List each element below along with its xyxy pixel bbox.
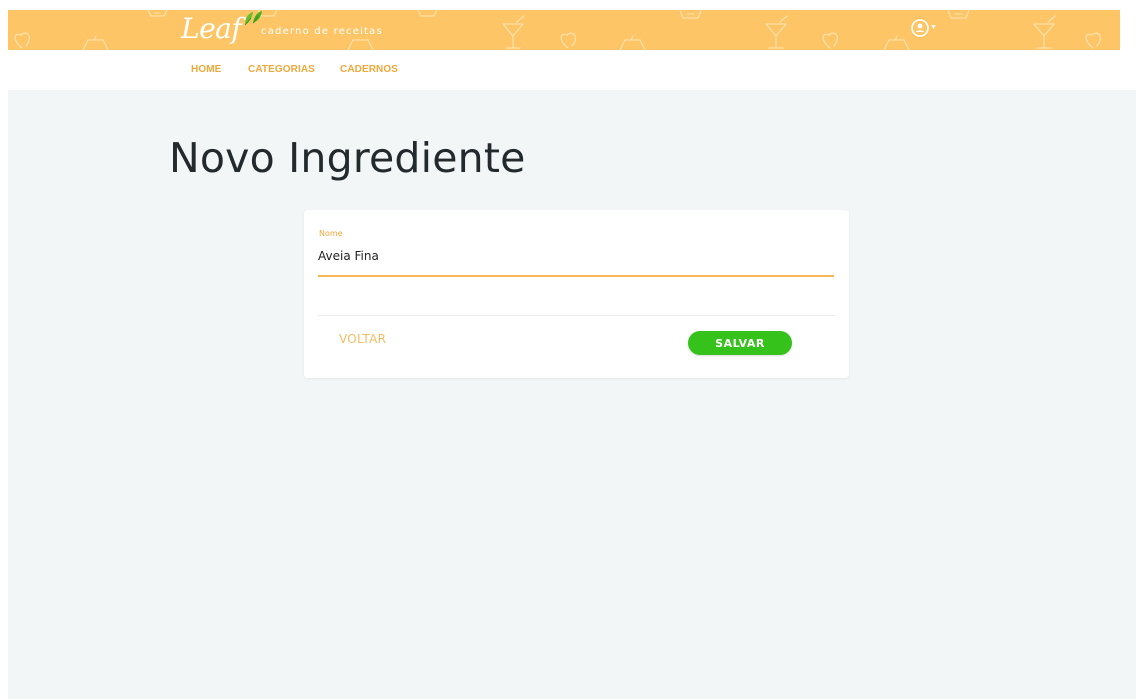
page-title: Novo Ingrediente: [169, 134, 526, 182]
nav-cadernos[interactable]: CADERNOS: [340, 64, 398, 75]
caret-down-icon: ▼: [930, 24, 937, 31]
back-button[interactable]: VOLTAR: [339, 332, 386, 346]
leaf-icon: [244, 11, 262, 26]
save-button[interactable]: SALVAR: [688, 331, 792, 355]
logo-text: Leaf: [181, 12, 242, 45]
name-input[interactable]: [318, 247, 834, 277]
nav-categorias[interactable]: CATEGORIAS: [248, 64, 315, 75]
divider: [318, 315, 835, 316]
app-frame: Leaf caderno de receitas ▼ HOME CATEGORI…: [8, 10, 1136, 699]
header-banner: Leaf caderno de receitas ▼: [8, 10, 1120, 50]
name-field-label: Nome: [319, 229, 343, 238]
ingredient-form-card: Nome VOLTAR SALVAR: [304, 210, 849, 378]
user-circle-icon: [911, 19, 929, 37]
main-nav: HOME CATEGORIAS CADERNOS: [8, 50, 1120, 90]
user-menu-button[interactable]: ▼: [911, 19, 937, 37]
nav-home[interactable]: HOME: [191, 64, 221, 75]
main-content: Novo Ingrediente Nome VOLTAR SALVAR: [8, 90, 1136, 699]
food-pattern-decoration: [14, 10, 1101, 50]
tagline: caderno de receitas: [261, 26, 383, 37]
